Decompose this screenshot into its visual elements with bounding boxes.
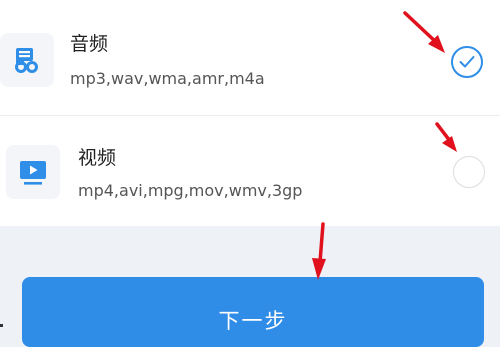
option-audio-formats: mp3,wav,wma,amr,m4a [70, 69, 265, 88]
bullet-dot [0, 324, 3, 327]
option-audio-label: 音频 [70, 33, 109, 55]
video-radio-unchecked[interactable] [453, 156, 485, 188]
option-video-formats: mp4,avi,mpg,mov,wmv,3gp [78, 181, 303, 200]
next-step-button[interactable]: 下一步 [22, 277, 484, 347]
divider [0, 115, 500, 116]
option-video[interactable]: 视频 mp4,avi,mpg,mov,wmv,3gp [0, 117, 500, 227]
checkmark-icon [459, 56, 475, 68]
option-video-label: 视频 [78, 147, 117, 169]
format-options-card: 音频 mp3,wav,wma,amr,m4a 视频 mp4,avi,mpg,mo… [0, 0, 500, 226]
arrow-to-next-button [312, 222, 326, 280]
audio-icon [0, 33, 54, 87]
option-audio[interactable]: 音频 mp3,wav,wma,amr,m4a [0, 5, 500, 115]
audio-radio-checked[interactable] [451, 46, 483, 78]
video-icon [6, 145, 60, 199]
